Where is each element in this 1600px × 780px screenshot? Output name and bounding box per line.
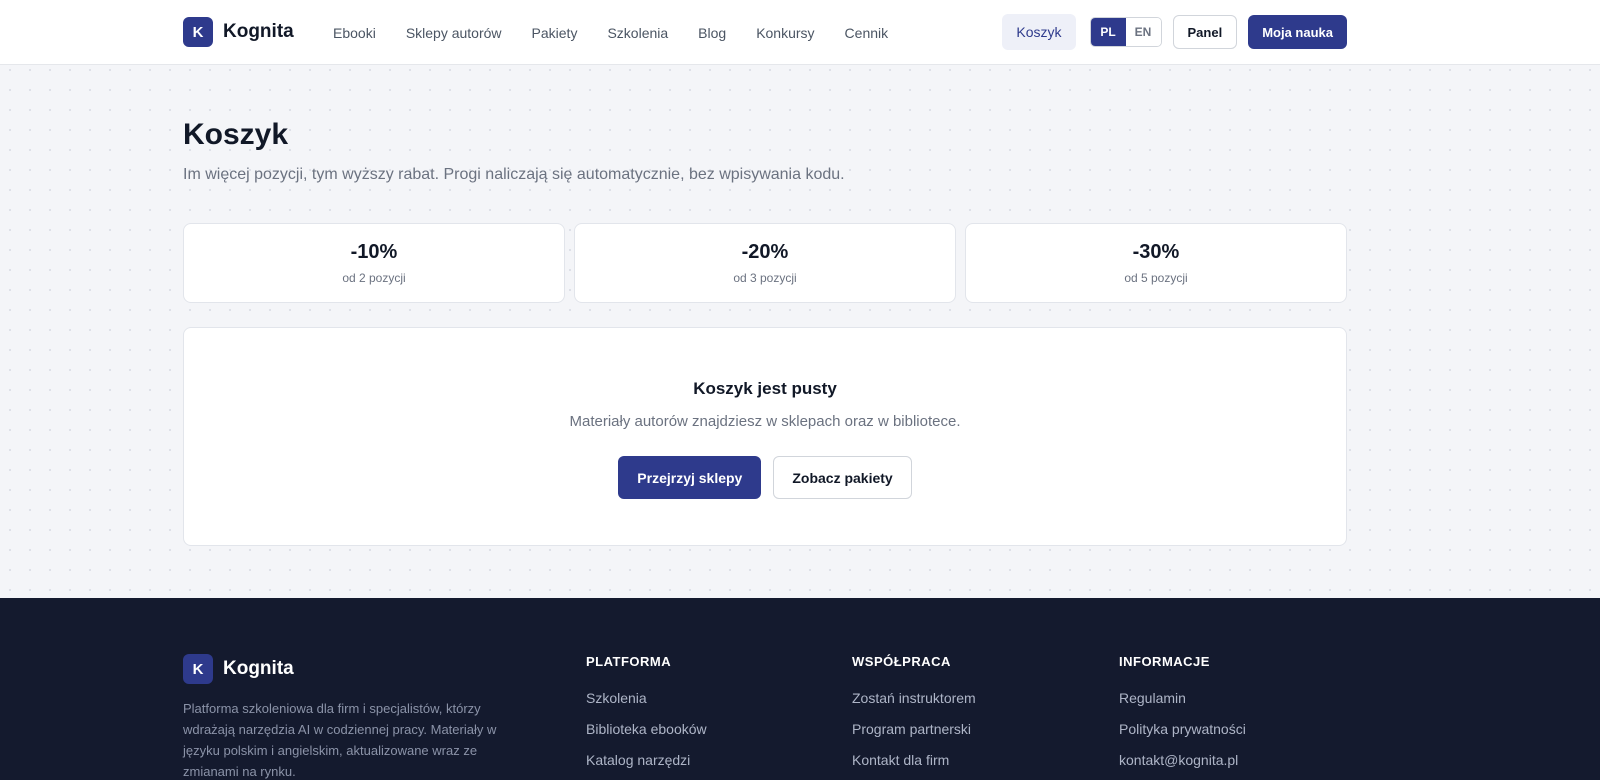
discount-tier-card: -30% od 5 pozycji: [965, 223, 1347, 303]
discount-tier-card: -10% od 2 pozycji: [183, 223, 565, 303]
brand-name: Kognita: [223, 21, 294, 42]
page-subtitle: Im więcej pozycji, tym wyższy rabat. Pro…: [183, 166, 845, 183]
footer-column-cooperation: WSPÓŁPRACA Zostań instruktorem Program p…: [852, 654, 976, 780]
empty-cart-actions: Przejrzyj sklepy Zobacz pakiety: [618, 456, 912, 499]
footer-link[interactable]: Polityka prywatności: [1119, 721, 1246, 737]
footer-column-platform: PLATFORMA Szkolenia Biblioteka ebooków K…: [586, 654, 707, 780]
nav-pricing[interactable]: Cennik: [845, 25, 889, 41]
footer-column-heading: WSPÓŁPRACA: [852, 654, 951, 669]
footer-link[interactable]: Szkolenia: [586, 690, 707, 706]
nav-bundles[interactable]: Pakiety: [532, 25, 578, 41]
empty-cart-text: Materiały autorów znajdziesz w sklepach …: [569, 413, 961, 430]
brand-logo[interactable]: K Kognita: [183, 17, 294, 47]
footer-description: Platforma szkoleniowa dla firm i specjal…: [183, 701, 497, 779]
footer-column-heading: PLATFORMA: [586, 654, 672, 669]
site-footer: K Kognita Platforma szkoleniowa dla firm…: [0, 598, 1600, 780]
footer-link[interactable]: Biblioteka ebooków: [586, 721, 707, 737]
discount-threshold: od 5 pozycji: [1124, 271, 1188, 285]
footer-brand-name: Kognita: [223, 658, 294, 679]
discount-threshold: od 3 pozycji: [733, 271, 797, 285]
discount-value: -20%: [741, 241, 789, 263]
discount-tiers: -10% od 2 pozycji -20% od 3 pozycji -30%…: [183, 223, 1347, 303]
discount-value: -10%: [350, 241, 398, 263]
nav-trainings[interactable]: Szkolenia: [607, 25, 668, 41]
footer-column-information: INFORMACJE Regulamin Polityka prywatnośc…: [1119, 654, 1246, 780]
panel-button[interactable]: Panel: [1172, 15, 1238, 49]
page-title: Koszyk: [183, 118, 289, 151]
see-bundles-button[interactable]: Zobacz pakiety: [773, 456, 912, 499]
footer-link[interactable]: Zostań instruktorem: [852, 690, 976, 706]
main-nav: Ebooki Sklepy autorów Pakiety Szkolenia …: [333, 0, 918, 65]
my-learning-button[interactable]: Moja nauka: [1248, 15, 1347, 49]
discount-value: -30%: [1132, 241, 1180, 263]
footer-link[interactable]: Kontakt dla firm: [852, 752, 976, 768]
footer-link[interactable]: Katalog narzędzi: [586, 752, 707, 768]
empty-cart-title: Koszyk jest pusty: [693, 379, 837, 398]
nav-contests[interactable]: Konkursy: [756, 25, 814, 41]
empty-cart-card: Koszyk jest pusty Materiały autorów znaj…: [183, 327, 1347, 546]
browse-shops-button[interactable]: Przejrzyj sklepy: [618, 456, 762, 499]
footer-logo-mark: K: [183, 654, 213, 684]
top-navbar: K Kognita Ebooki Sklepy autorów Pakiety …: [0, 0, 1600, 65]
discount-threshold: od 2 pozycji: [342, 271, 406, 285]
lang-pl-button[interactable]: PL: [1090, 18, 1126, 46]
nav-ebooks[interactable]: Ebooki: [333, 25, 376, 41]
footer-link-email[interactable]: kontakt@kognita.pl: [1119, 752, 1246, 768]
footer-link[interactable]: Program partnerski: [852, 721, 976, 737]
language-switcher: PL EN: [1089, 17, 1162, 47]
footer-column-heading: INFORMACJE: [1119, 654, 1210, 669]
footer-link[interactable]: Regulamin: [1119, 690, 1246, 706]
header-actions: Koszyk PL EN Panel Moja nauka: [1002, 14, 1347, 50]
nav-blog[interactable]: Blog: [698, 25, 726, 41]
logo-mark: K: [183, 17, 213, 47]
discount-tier-card: -20% od 3 pozycji: [574, 223, 956, 303]
nav-author-shops[interactable]: Sklepy autorów: [406, 25, 502, 41]
cart-button[interactable]: Koszyk: [1002, 14, 1076, 50]
lang-en-button[interactable]: EN: [1125, 18, 1161, 46]
footer-brand[interactable]: K Kognita: [183, 654, 294, 684]
